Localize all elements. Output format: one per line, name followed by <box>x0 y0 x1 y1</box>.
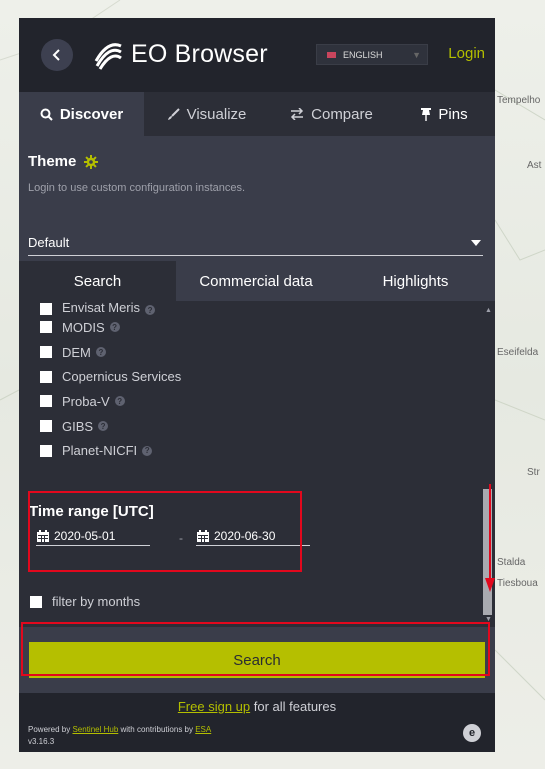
theme-select[interactable]: Default <box>28 235 483 256</box>
datasource-label: Envisat Meris <box>62 301 141 315</box>
theme-title: Theme <box>28 153 77 170</box>
datasource-label: Planet-NICFI <box>62 443 138 459</box>
checkbox[interactable] <box>40 346 52 359</box>
calendar-icon <box>37 529 49 542</box>
datasource-label: DEM <box>62 344 91 360</box>
datasource-label: GIBS <box>62 418 94 434</box>
flag-uk-icon <box>327 51 336 58</box>
datasource-item[interactable]: Copernicus Services <box>40 364 181 389</box>
feedback-icon[interactable]: e <box>463 724 481 742</box>
tab-pins[interactable]: Pins <box>394 92 495 136</box>
search-subtabs: Search Commercial data Highlights <box>19 261 495 301</box>
theme-selected-value: Default <box>28 235 70 250</box>
caret-down-icon: ▼ <box>412 49 421 60</box>
date-from-value: 2020-05-01 <box>54 528 116 543</box>
info-icon[interactable]: ? <box>95 347 106 358</box>
free-signup-link[interactable]: Free sign up <box>178 699 250 714</box>
tab-discover[interactable]: Discover <box>19 92 144 136</box>
tab-label: Discover <box>59 105 124 123</box>
tab-label: Pins <box>438 105 468 123</box>
scroll-up-icon[interactable]: ▲ <box>485 307 492 314</box>
caret-down-icon <box>471 240 481 246</box>
calendar-icon <box>197 529 209 542</box>
sidebar-panel: EO Browser ENGLISH ▼ Login Discover Visu… <box>19 18 495 752</box>
powered-prefix: Powered by <box>28 725 73 734</box>
scroll-down-icon[interactable]: ▼ <box>485 616 492 623</box>
map-label: Eseifelda <box>497 347 539 358</box>
info-icon[interactable]: ? <box>142 445 153 456</box>
search-icon <box>40 108 53 121</box>
date-to-value: 2020-06-30 <box>214 528 276 543</box>
time-range-title: Time range [UTC] <box>29 503 154 520</box>
datasource-label: Proba-V <box>62 393 110 409</box>
powered-by: Powered by Sentinel Hub with contributio… <box>28 725 211 735</box>
app-title: EO Browser <box>131 39 268 68</box>
language-select[interactable]: ENGLISH ▼ <box>316 44 428 65</box>
brush-icon <box>167 107 180 121</box>
main-tabs: Discover Visualize Compare Pins <box>19 92 495 136</box>
datasource-list: Envisat Meris ? MODIS ? DEM ? Copernicus… <box>40 301 181 463</box>
signup-line: Free sign up for all features <box>19 699 495 714</box>
subtab-commercial-data[interactable]: Commercial data <box>176 261 336 301</box>
map-label: Stalda <box>497 557 526 568</box>
map-label: Tempelho <box>497 95 541 106</box>
search-button[interactable]: Search <box>29 642 485 678</box>
sentinel-hub-link[interactable]: Sentinel Hub <box>72 725 118 734</box>
annotation-arrow-icon <box>485 484 495 592</box>
version-label: v3.16.3 <box>28 737 55 746</box>
collapse-button[interactable] <box>41 39 73 71</box>
eo-logo-icon <box>94 43 122 70</box>
gear-icon[interactable] <box>84 154 99 169</box>
checkbox[interactable] <box>40 370 52 383</box>
datasource-item[interactable]: MODIS ? <box>40 315 181 340</box>
map-label: Str <box>527 467 540 478</box>
tab-label: Compare <box>311 105 373 123</box>
datasource-item[interactable]: DEM ? <box>40 340 181 365</box>
language-label: ENGLISH <box>343 49 383 60</box>
search-content: Envisat Meris ? MODIS ? DEM ? Copernicus… <box>19 301 495 627</box>
powered-mid: with contributions by <box>118 725 196 734</box>
date-from-input[interactable]: 2020-05-01 <box>36 526 150 546</box>
checkbox[interactable] <box>40 395 52 408</box>
filter-by-months[interactable]: filter by months <box>30 594 140 609</box>
info-icon[interactable]: ? <box>109 322 120 333</box>
app-logo: EO Browser <box>91 37 268 71</box>
checkbox[interactable] <box>40 321 52 334</box>
map-label: Ast <box>527 160 542 171</box>
esa-link[interactable]: ESA <box>195 725 211 734</box>
datasource-label: MODIS <box>62 319 105 335</box>
datasource-label: Copernicus Services <box>62 369 182 385</box>
date-separator: - <box>179 531 183 545</box>
pin-icon <box>421 107 432 121</box>
filter-label: filter by months <box>52 594 141 609</box>
login-link[interactable]: Login <box>448 45 485 62</box>
datasource-item[interactable]: Envisat Meris ? <box>40 301 181 315</box>
info-icon[interactable]: ? <box>145 305 156 315</box>
checkbox[interactable] <box>40 444 52 457</box>
subtab-highlights[interactable]: Highlights <box>336 261 495 301</box>
tab-visualize[interactable]: Visualize <box>144 92 269 136</box>
theme-subtitle: Login to use custom configuration instan… <box>28 182 246 194</box>
checkbox[interactable] <box>40 420 52 433</box>
date-to-input[interactable]: 2020-06-30 <box>196 526 310 546</box>
info-icon[interactable]: ? <box>114 396 125 407</box>
chevron-left-icon <box>52 49 60 61</box>
info-icon[interactable]: ? <box>98 421 109 432</box>
theme-section: Theme Login to use custom configuration … <box>19 136 495 261</box>
signup-text: for all features <box>250 699 337 714</box>
datasource-item[interactable]: Proba-V ? <box>40 389 181 414</box>
footer: Free sign up for all features Powered by… <box>19 693 495 752</box>
checkbox[interactable] <box>40 303 52 315</box>
swap-icon <box>290 108 304 120</box>
tab-label: Visualize <box>186 105 247 123</box>
tab-compare[interactable]: Compare <box>269 92 394 136</box>
checkbox[interactable] <box>30 595 42 608</box>
datasource-item[interactable]: Planet-NICFI ? <box>40 438 181 463</box>
map-label: Tiesboua <box>497 578 538 589</box>
header: EO Browser ENGLISH ▼ Login <box>19 18 495 92</box>
theme-heading: Theme <box>28 153 99 170</box>
datasource-item[interactable]: GIBS ? <box>40 414 181 439</box>
search-footer: Search <box>19 627 495 693</box>
subtab-search[interactable]: Search <box>19 261 176 301</box>
